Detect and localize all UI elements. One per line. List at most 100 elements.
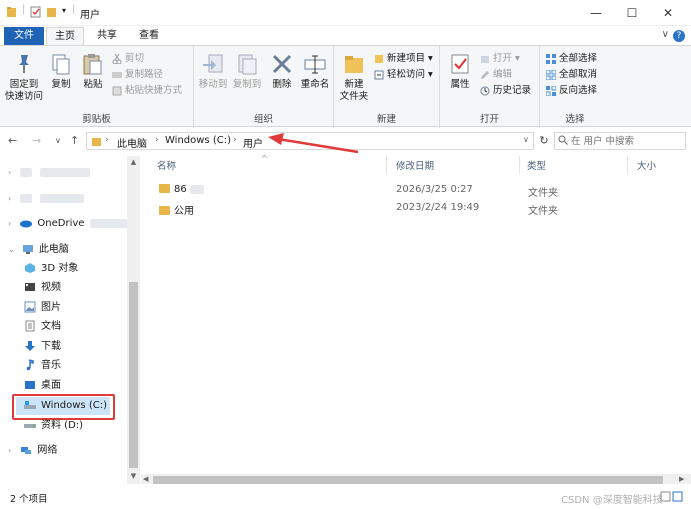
delete-button[interactable]: 删除 (268, 52, 296, 91)
qa-customize-icon[interactable]: ▾ (62, 6, 66, 15)
history-button[interactable]: 历史记录 (480, 84, 531, 98)
address-dropdown-icon[interactable]: ∨ (523, 135, 529, 144)
close-button[interactable]: ✕ (650, 0, 686, 26)
table-row[interactable]: 公用 2023/2/24 19:49 文件夹 (155, 200, 675, 217)
forward-button[interactable]: → (32, 134, 41, 147)
tab-view[interactable]: 查看 (130, 27, 168, 45)
search-icon (558, 135, 568, 148)
select-none-button[interactable]: 全部取消 (545, 68, 597, 82)
network-icon (20, 444, 32, 456)
collapse-ribbon-icon[interactable]: ∨ (662, 29, 669, 40)
nav-item-blurred[interactable]: › (8, 190, 84, 208)
scissors-icon (112, 53, 122, 64)
file-type: 文件夹 (528, 206, 558, 217)
column-header-type[interactable]: 类型 (527, 158, 546, 172)
nav-item-documents[interactable]: 文档 (24, 318, 61, 336)
back-button[interactable]: ← (8, 134, 17, 147)
nav-item-music[interactable]: 音乐 (24, 357, 61, 375)
delete-label: 删除 (272, 79, 292, 90)
select-all-button[interactable]: 全部选择 (546, 52, 597, 66)
invert-selection-button[interactable]: 反向选择 (545, 84, 597, 98)
nav-label-this-pc: 此电脑 (38, 244, 69, 255)
minimize-button[interactable]: — (578, 0, 614, 26)
search-input[interactable] (571, 134, 683, 148)
file-date: 2026/3/25 0:27 (396, 184, 473, 195)
nav-item-pictures[interactable]: 图片 (24, 299, 61, 317)
column-header-name[interactable]: 名称 (157, 158, 176, 172)
tab-share[interactable]: 共享 (88, 27, 126, 45)
properties-qa-icon[interactable] (30, 6, 41, 21)
clipboard-group-label: 剪贴板 (82, 114, 111, 125)
refresh-button[interactable]: ↻ (536, 132, 552, 150)
copy-to-icon (235, 52, 259, 76)
file-name: 86 (159, 183, 204, 195)
table-row[interactable]: 86 2026/3/25 0:27 文件夹 (155, 182, 675, 199)
nav-item-desktop[interactable]: 桌面 (24, 377, 61, 395)
scroll-left-icon[interactable]: ◀ (143, 475, 148, 483)
delete-x-icon (270, 52, 294, 76)
ribbon: 固定到 快速访问 复制 粘贴 剪切 复制路径 粘贴快捷方式 剪贴板 移动到 复制… (0, 45, 691, 128)
nav-item-network[interactable]: › 网络 (8, 442, 57, 460)
open-group: 属性 打开 ▾ 编辑 历史记录 打开 (440, 46, 540, 128)
breadcrumb-this-pc[interactable]: 此电脑 (117, 135, 147, 150)
nav-item-this-pc[interactable]: ⌄ 此电脑 (8, 241, 69, 259)
paste-shortcut-button[interactable]: 粘贴快捷方式 (112, 84, 182, 98)
column-divider[interactable] (627, 156, 628, 174)
nav-item-blurred[interactable]: › (8, 164, 90, 182)
easy-access-button[interactable]: 轻松访问 ▾ (374, 68, 433, 82)
scroll-right-icon[interactable]: ▶ (679, 475, 684, 483)
move-to-button[interactable]: 移动到 (196, 52, 230, 91)
nav-item-3d-objects[interactable]: 3D 对象 (24, 260, 78, 278)
view-toggle-icons[interactable] (660, 491, 684, 503)
properties-button[interactable]: 属性 (444, 52, 476, 91)
cut-button[interactable]: 剪切 (112, 52, 144, 66)
search-box[interactable] (554, 132, 686, 150)
column-header-date[interactable]: 修改日期 (396, 158, 434, 172)
new-item-button[interactable]: 新建项目 ▾ (374, 52, 433, 66)
help-icon[interactable]: ? (673, 30, 685, 42)
edit-button[interactable]: 编辑 (480, 68, 512, 82)
column-divider[interactable] (519, 156, 520, 174)
copy-to-button[interactable]: 复制到 (230, 52, 264, 91)
paste-button[interactable]: 粘贴 (78, 52, 108, 91)
rename-button[interactable]: 重命名 (298, 52, 332, 91)
folder-icon (159, 183, 170, 193)
scroll-down-icon[interactable]: ▼ (127, 472, 140, 480)
nav-label: 音乐 (41, 360, 61, 371)
copy-label: 复制 (51, 79, 71, 90)
tab-home[interactable]: 主页 (46, 27, 84, 45)
nav-item-downloads[interactable]: 下载 (24, 338, 61, 356)
open-label: 打开 ▾ (493, 53, 520, 64)
breadcrumb-users[interactable]: 用户 (243, 135, 263, 150)
pin-icon (12, 52, 36, 76)
nav-item-videos[interactable]: 视频 (24, 279, 61, 297)
organize-group-label: 组织 (253, 114, 273, 125)
recent-locations-button[interactable]: ∨ (55, 136, 61, 145)
title-bar: | ▾ | 用户 — ☐ ✕ (0, 0, 691, 26)
drive-icon (24, 419, 36, 431)
scroll-thumb[interactable] (153, 476, 663, 484)
column-divider[interactable] (386, 156, 387, 174)
new-folder-qa-icon[interactable] (46, 6, 57, 21)
scroll-thumb[interactable] (129, 282, 138, 468)
tab-file[interactable]: 文件 (4, 27, 44, 45)
nav-vertical-scrollbar[interactable]: ▲ ▼ (127, 156, 140, 484)
folder-icon (159, 205, 170, 215)
copy-icon (49, 52, 73, 76)
copy-button[interactable]: 复制 (46, 52, 76, 91)
pin-quick-access-button[interactable]: 固定到 快速访问 (4, 52, 44, 103)
qa-separator: | (22, 4, 26, 15)
new-folder-button[interactable]: 新建 文件夹 (336, 52, 372, 103)
open-button[interactable]: 打开 ▾ (480, 52, 520, 66)
maximize-button[interactable]: ☐ (614, 0, 650, 26)
column-header-size[interactable]: 大小 (637, 158, 656, 172)
nav-item-onedrive[interactable]: › OneDrive (8, 215, 130, 233)
video-icon (24, 281, 36, 293)
new-group-label: 新建 (376, 114, 396, 125)
breadcrumb-windows-c[interactable]: Windows (C:) (165, 135, 231, 146)
folder-icon (6, 6, 17, 21)
copy-path-button[interactable]: 复制路径 (112, 68, 163, 82)
nav-item-drive-d[interactable]: 资料 (D:) (24, 417, 83, 435)
up-button[interactable]: ↑ (70, 134, 79, 147)
scroll-up-icon[interactable]: ▲ (127, 158, 140, 166)
